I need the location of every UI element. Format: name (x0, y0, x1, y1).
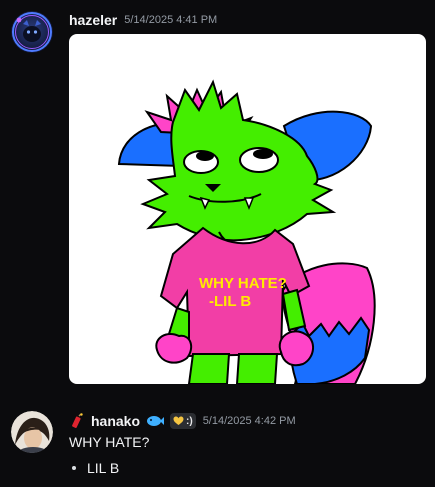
username[interactable]: hanako (91, 413, 140, 429)
username[interactable]: hazeler (69, 12, 117, 28)
avatar-hazeler[interactable] (11, 11, 53, 53)
left-hand (155, 332, 193, 364)
fish-icon (146, 414, 165, 428)
avatar-hanako[interactable] (11, 411, 53, 453)
heart-hands-icon (173, 416, 184, 426)
left-leg (187, 353, 231, 384)
right-hand (278, 330, 314, 367)
bullet-dot (72, 466, 76, 470)
firecracker-icon (69, 413, 85, 429)
message-header: hazeler 5/14/2025 4:41 PM (69, 12, 217, 28)
image-attachment[interactable]: WHY HATE? -LIL B (69, 34, 426, 384)
chat-log: hazeler 5/14/2025 4:41 PM WHY HATE? -LIL… (0, 0, 435, 487)
shirt-text-line1: WHY HATE? (199, 275, 287, 292)
list-item-text: LIL B (87, 460, 120, 476)
message-text: WHY HATE? (69, 434, 150, 450)
message-header: hanako :) 5/14/2025 4:42 PM (69, 413, 296, 429)
server-tag[interactable]: :) (170, 413, 196, 429)
timestamp: 5/14/2025 4:42 PM (202, 415, 296, 427)
server-tag-label: :) (186, 415, 193, 427)
list-item: LIL B (69, 460, 119, 476)
shirt-text-line2: -LIL B (209, 293, 251, 310)
timestamp: 5/14/2025 4:41 PM (124, 14, 218, 26)
right-leg (235, 353, 279, 384)
